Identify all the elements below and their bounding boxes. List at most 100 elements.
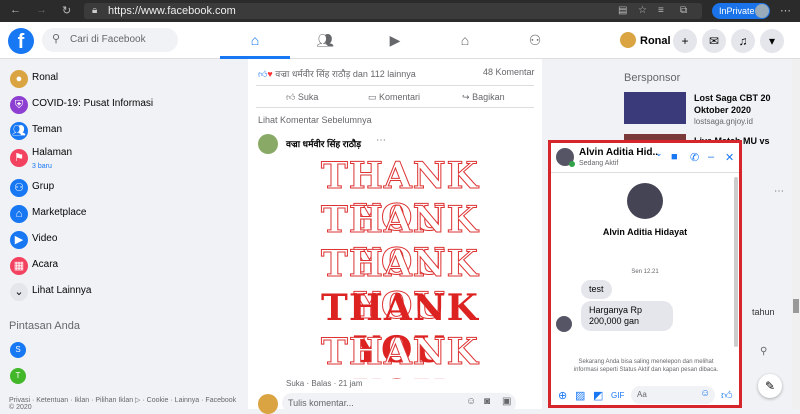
sidebar-item-halaman[interactable]: ⚑ Halaman 3 baru	[8, 145, 238, 171]
shop-icon: ⌂	[10, 205, 28, 223]
sticker-icon[interactable]: ▣	[502, 396, 511, 407]
scrollbar[interactable]	[792, 59, 800, 409]
close-icon[interactable]: ✕	[725, 151, 734, 164]
profile-avatar[interactable]	[620, 32, 636, 48]
chat-contact-name[interactable]: Alvin Aditia Hid...	[579, 147, 659, 158]
friends-tab[interactable]: 👥︎	[290, 22, 360, 59]
reaction-summary[interactable]: 👍︎♥ वज्रा धर्मवीर सिंह राठौड़ dan 112 la…	[258, 67, 416, 80]
shortcut-item[interactable]: T	[10, 368, 26, 384]
address-bar[interactable]: 🔒︎ https://www.facebook.com ▤ ☆ ≡ ⧉	[84, 3, 702, 19]
contact-profile-avatar	[627, 183, 663, 219]
back-icon[interactable]: ←	[10, 4, 21, 16]
sidebar-item-teman[interactable]: 👥︎ Teman	[8, 118, 238, 144]
sidebar-item-label: Teman	[32, 124, 63, 135]
thumbs-up-icon[interactable]: 👍︎	[721, 389, 733, 402]
search-input[interactable]: ⚲ Cari di Facebook	[42, 28, 178, 52]
compose-icon: ✎	[764, 379, 776, 393]
browser-toolbar: ← → ↻ 🔒︎ https://www.facebook.com ▤ ☆ ≡ …	[0, 0, 800, 22]
groups-tab[interactable]: ⚇	[500, 22, 570, 59]
video-call-icon[interactable]: ■	[671, 151, 678, 163]
plus-circle-icon[interactable]: ⊕	[558, 389, 567, 402]
refresh-icon[interactable]: ↻	[62, 4, 71, 17]
friends-icon: 👥︎	[10, 122, 28, 140]
avatar: ●	[10, 70, 28, 88]
new-message-button[interactable]: ✎	[758, 374, 782, 398]
comment-input[interactable]: Tulis komentar... ☺ ◙ ▣	[282, 393, 516, 413]
lock-icon: 🔒︎	[92, 5, 98, 16]
facebook-logo[interactable]: f	[8, 28, 34, 54]
more-options-icon[interactable]: ⋯	[774, 186, 784, 197]
contact-full-name: Alvin Aditia Hidayat	[602, 227, 688, 237]
sidebar-item-marketplace[interactable]: ⌂ Marketplace	[8, 201, 238, 227]
comment-count[interactable]: 48 Komentar	[483, 67, 535, 77]
divider	[256, 85, 534, 86]
comment-options-icon[interactable]: ⋯	[376, 135, 386, 146]
emoji-icon[interactable]: ☺	[466, 396, 476, 407]
sticker-icon[interactable]: ◩	[593, 389, 603, 402]
message-bubble[interactable]: Harganya Rp 200,000 gan	[581, 301, 673, 331]
comment-icon: ▭	[368, 92, 377, 102]
account-menu-button[interactable]: ▾	[760, 29, 784, 53]
marketplace-tab[interactable]: ⌂	[430, 22, 500, 59]
chat-scrollbar[interactable]	[734, 177, 738, 347]
chat-message-input[interactable]: Aa ☺	[631, 386, 715, 404]
chat-header[interactable]: Alvin Aditia Hid... ⌄ Sedang Aktif ■ ✆ –…	[551, 143, 739, 173]
share-button[interactable]: ↪ Bagikan	[462, 92, 505, 103]
like-button[interactable]: 👍︎ Suka	[286, 92, 318, 103]
sidebar-item-acara[interactable]: ▦ Acara	[8, 253, 238, 279]
calendar-icon: ▦	[10, 257, 28, 275]
sidebar-item-label: Lihat Lainnya	[32, 285, 92, 296]
comment-label: Komentari	[379, 92, 421, 102]
photo-icon[interactable]: ▨	[575, 389, 585, 402]
bell-icon: ♫	[738, 34, 748, 48]
emoji-icon[interactable]: ☺	[700, 388, 710, 399]
view-previous-comments[interactable]: Lihat Komentar Sebelumnya	[258, 115, 372, 125]
thank-you-text: THANK YOU	[321, 331, 479, 380]
ad-image[interactable]	[624, 92, 686, 124]
home-tab[interactable]: ⌂	[220, 22, 290, 59]
shortcut-item[interactable]: S	[10, 342, 26, 358]
comment-author[interactable]: वज्रा धर्मवीर सिंह राठौड़	[286, 137, 361, 150]
camera-icon[interactable]: ◙	[484, 396, 490, 407]
comment-actions[interactable]: Suka · Balas · 21 jam	[286, 379, 362, 388]
chevron-down-icon: ⌄	[10, 283, 28, 301]
phone-icon[interactable]: ✆	[690, 151, 699, 164]
forward-icon[interactable]: →	[36, 4, 47, 16]
notifications-button[interactable]: ♫	[731, 29, 755, 53]
sidebar-item-video[interactable]: ▶ Video	[8, 227, 238, 253]
comment-button[interactable]: ▭ Komentari	[368, 92, 420, 103]
sidebar-item-lihat-lainnya[interactable]: ⌄ Lihat Lainnya	[8, 279, 238, 305]
watch-tab[interactable]: ▶	[360, 22, 430, 59]
messenger-icon: ✉	[708, 34, 720, 48]
share-icon: ↪	[462, 92, 470, 102]
ad-title[interactable]: Lost Saga CBT 20 Oktober 2020	[694, 92, 784, 116]
search-contacts-icon[interactable]: ⚲	[760, 346, 767, 357]
menu-dots-icon[interactable]: ⋯	[780, 4, 791, 17]
video-icon: ▶	[10, 231, 28, 249]
sidebar-item-covid-19-pusat-informasi[interactable]: ⛨ COVID-19: Pusat Informasi	[8, 92, 238, 118]
create-button[interactable]: +	[673, 29, 697, 53]
gif-icon[interactable]: GIF	[611, 391, 624, 400]
chat-status: Sedang Aktif	[579, 160, 619, 167]
sidebar-item-ronal[interactable]: ● Ronal	[8, 66, 238, 92]
messenger-button[interactable]: ✉	[702, 29, 726, 53]
profile-name[interactable]: Ronal	[640, 35, 671, 47]
inprivate-badge[interactable]: InPrivate	[712, 3, 770, 19]
collections-icon[interactable]: ⧉	[680, 5, 687, 16]
ad-url[interactable]: lostsaga.gnjoy.id	[694, 117, 753, 126]
minimize-icon[interactable]: –	[708, 151, 714, 163]
message-bubble[interactable]: test	[581, 280, 612, 299]
star-icon[interactable]: ☆	[638, 5, 647, 16]
chevron-down-icon: ▾	[768, 34, 776, 48]
chevron-down-icon[interactable]: ⌄	[655, 148, 663, 159]
commenter-avatar[interactable]	[258, 134, 278, 154]
sidebar-item-grup[interactable]: ⚇ Grup	[8, 175, 238, 201]
plus-icon: +	[681, 34, 689, 48]
comment-image[interactable]: THANK YOU THANK YOU THANK YOU THANK YOU THAN…	[286, 151, 514, 379]
scrollbar-thumb[interactable]	[793, 299, 799, 313]
url-text: https://www.facebook.com	[108, 5, 236, 17]
groups-icon: ⚇	[528, 32, 542, 48]
reader-icon[interactable]: ▤	[618, 5, 627, 16]
favorites-icon[interactable]: ≡	[658, 5, 664, 16]
inprivate-label: InPrivate	[719, 6, 755, 16]
